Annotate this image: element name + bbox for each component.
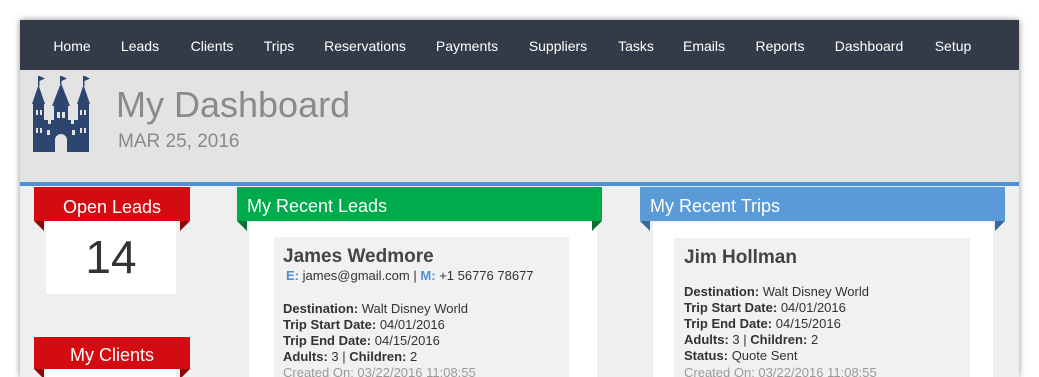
destination-label: Destination: [684, 284, 760, 299]
end-label: Trip End Date: [684, 316, 773, 331]
recent-trips-title: My Recent Trips [650, 196, 781, 216]
destination-value: Walt Disney World [361, 301, 468, 316]
nav-dashboard[interactable]: Dashboard [835, 20, 904, 70]
end-value: 04/15/2016 [374, 333, 440, 348]
header-divider [20, 182, 1019, 186]
trip-end-date: Trip End Date: 04/15/2016 [684, 316, 841, 331]
lead-start-date: Trip Start Date: 04/01/2016 [283, 317, 445, 332]
nav-home[interactable]: Home [53, 20, 90, 70]
lead-destination: Destination: Walt Disney World [283, 301, 468, 316]
lead-party: Adults: 3 | Children: 2 [283, 349, 417, 364]
nav-reports[interactable]: Reports [755, 20, 804, 70]
ribbon-fold [995, 221, 1005, 231]
top-nav: Home Leads Clients Trips Reservations Pa… [20, 20, 1019, 70]
lead-card[interactable]: James Wedmore E: james@gmail.com | M: +1… [274, 237, 569, 377]
page-date: MAR 25, 2016 [118, 131, 240, 152]
trip-name[interactable]: Jim Hollman [684, 247, 797, 269]
ribbon-fold [592, 221, 602, 231]
status-value: Quote Sent [731, 348, 798, 363]
lead-name[interactable]: James Wedmore [283, 246, 434, 268]
ribbon-fold [237, 221, 247, 231]
page-title: My Dashboard [116, 84, 351, 125]
adults-label: Adults: [684, 332, 729, 347]
my-clients-box[interactable] [46, 369, 176, 377]
lead-contact: E: james@gmail.com | M: +1 56776 78677 [286, 268, 534, 283]
trip-status: Status: Quote Sent [684, 348, 797, 363]
open-leads-box[interactable]: 14 [46, 221, 176, 294]
email-key: E: [286, 268, 299, 283]
ribbon-fold [640, 221, 650, 231]
ribbon-fold [34, 369, 44, 377]
nav-trips[interactable]: Trips [264, 20, 295, 70]
children-label: Children: [750, 332, 808, 347]
children-value: 2 [409, 349, 418, 364]
ribbon-fold [180, 369, 190, 377]
lead-email[interactable]: james@gmail.com [303, 268, 410, 283]
trip-start-date: Trip Start Date: 04/01/2016 [684, 300, 846, 315]
nav-leads[interactable]: Leads [121, 20, 159, 70]
adults-value: 3 [732, 332, 740, 347]
nav-emails[interactable]: Emails [683, 20, 725, 70]
destination-label: Destination: [283, 301, 359, 316]
start-value: 04/01/2016 [379, 317, 445, 332]
contact-separator: | [413, 268, 417, 283]
nav-reservations[interactable]: Reservations [324, 20, 406, 70]
children-label: Children: [349, 349, 407, 364]
nav-tasks[interactable]: Tasks [618, 20, 654, 70]
trip-party: Adults: 3 | Children: 2 [684, 332, 819, 347]
end-value: 04/15/2016 [775, 316, 841, 331]
recent-leads-ribbon[interactable]: My Recent Leads [237, 187, 602, 231]
trip-created: Created On: 03/22/2016 11:08:55 [684, 365, 877, 377]
open-leads-ribbon[interactable]: Open Leads [34, 187, 190, 231]
lead-mobile: +1 56776 78677 [439, 268, 534, 283]
party-separator: | [342, 349, 346, 364]
my-clients-label: My Clients [69, 345, 154, 365]
end-label: Trip End Date: [283, 333, 372, 348]
recent-leads-title: My Recent Leads [247, 196, 388, 216]
adults-label: Adults: [283, 349, 328, 364]
status-label: Status: [684, 348, 729, 363]
recent-trips-ribbon[interactable]: My Recent Trips [640, 187, 1005, 231]
page-header: My Dashboard MAR 25, 2016 [20, 70, 1019, 182]
destination-value: Walt Disney World [762, 284, 869, 299]
open-leads-count: 14 [85, 231, 137, 283]
trip-destination: Destination: Walt Disney World [684, 284, 869, 299]
lead-end-date: Trip End Date: 04/15/2016 [283, 333, 440, 348]
my-clients-ribbon[interactable]: My Clients [34, 337, 190, 377]
nav-suppliers[interactable]: Suppliers [529, 20, 587, 70]
lead-created: Created On: 03/22/2016 11:08:55 [283, 365, 476, 377]
start-label: Trip Start Date: [283, 317, 377, 332]
mobile-key: M: [420, 268, 436, 283]
ribbon-fold [34, 221, 44, 231]
ribbon-fold [180, 221, 190, 231]
adults-value: 3 [331, 349, 339, 364]
nav-payments[interactable]: Payments [436, 20, 498, 70]
castle-icon [32, 76, 90, 152]
start-value: 04/01/2016 [780, 300, 846, 315]
nav-clients[interactable]: Clients [191, 20, 234, 70]
nav-setup[interactable]: Setup [935, 20, 972, 70]
app-window: Home Leads Clients Trips Reservations Pa… [20, 20, 1019, 377]
trip-card[interactable]: Jim Hollman Destination: Walt Disney Wor… [674, 238, 970, 377]
children-value: 2 [810, 332, 819, 347]
open-leads-label: Open Leads [62, 197, 162, 217]
start-label: Trip Start Date: [684, 300, 778, 315]
